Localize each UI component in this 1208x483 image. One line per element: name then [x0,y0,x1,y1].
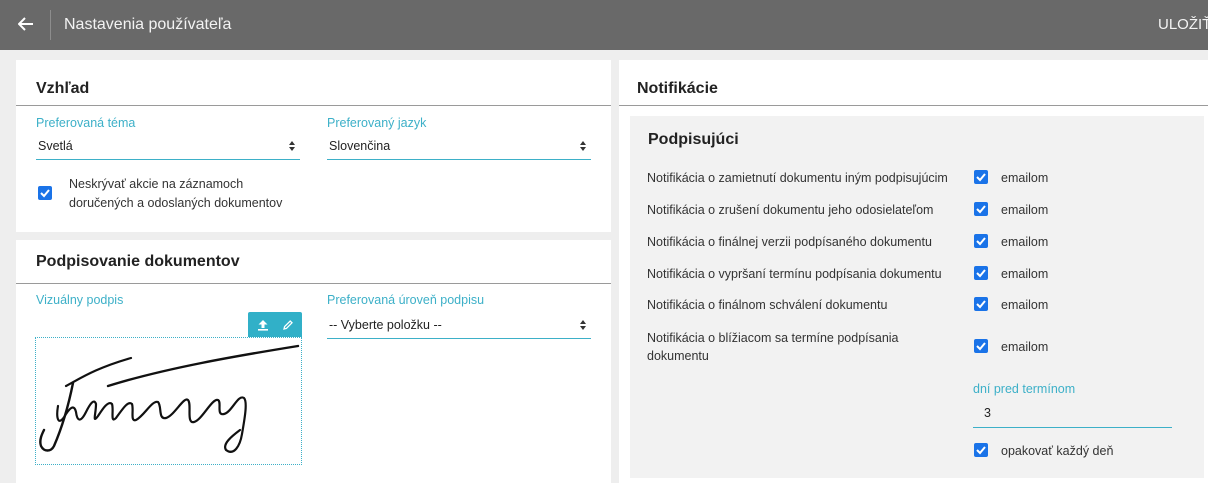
notif-label-rejected: Notifikácia o zamietnutí dokumentu iným … [647,171,948,185]
notif-label-cancelled: Notifikácia o zrušení dokumentu jeho odo… [647,203,934,217]
sort-arrows-icon [289,141,295,151]
header-divider [50,10,51,40]
notif-deadline-email-checkbox[interactable] [974,339,988,353]
checkmark-icon [976,269,986,278]
notifications-divider [619,105,1208,106]
signing-divider [16,283,611,284]
edit-signature-button[interactable] [276,312,300,337]
notif-expired-channel: emailom [1001,267,1049,281]
notif-rejected-email-checkbox[interactable] [974,170,988,184]
page-title: Nastavenia používateľa [64,16,232,33]
notif-rejected-channel: emailom [1001,171,1049,185]
theme-value: Svetlá [38,139,73,153]
notif-expired-email-checkbox[interactable] [974,266,988,280]
checkmark-icon [976,173,986,182]
signature-level-select[interactable]: -- Vyberte položku -- [327,311,591,339]
notif-label-deadline-line1: Notifikácia o blížiacom sa termíne podpí… [647,331,899,345]
signature-level-label: Preferovaná úroveň podpisu [327,293,485,307]
repeat-daily-label: opakovať každý deň [1001,444,1114,458]
notif-cancelled-email-checkbox[interactable] [974,202,988,216]
days-before-value: 3 [984,406,991,420]
checkmark-icon [976,300,986,309]
signing-title: Podpisovanie dokumentov [36,253,240,270]
checkmark-icon [976,205,986,214]
checkmark-icon [976,446,986,455]
notif-final-version-channel: emailom [1001,235,1049,249]
signature-toolbar [248,312,302,337]
repeat-daily-checkbox[interactable] [974,443,988,457]
notif-approved-email-checkbox[interactable] [974,297,988,311]
notif-final-version-email-checkbox[interactable] [974,234,988,248]
signature-image [39,344,300,453]
language-select[interactable]: Slovenčina [327,132,591,160]
days-before-label: dní pred termínom [973,382,1076,396]
notif-approved-channel: emailom [1001,298,1049,312]
show-actions-checkbox[interactable] [38,186,52,200]
appearance-title: Vzhľad [36,80,90,97]
appearance-divider [16,105,611,106]
pencil-icon [283,319,293,330]
theme-select[interactable]: Svetlá [36,132,300,160]
checkmark-icon [40,189,50,198]
visual-signature-label: Vizuálny podpis [36,293,124,307]
show-actions-label-line2: doručených a odoslaných dokumentov [69,196,283,210]
upload-signature-button[interactable] [251,312,275,337]
signature-canvas[interactable] [35,337,302,465]
sort-arrows-icon [580,141,586,151]
checkmark-icon [976,342,986,351]
signers-title: Podpisujúci [648,131,739,148]
language-value: Slovenčina [329,139,391,153]
notif-label-expired: Notifikácia o vypršaní termínu podpísani… [647,267,942,281]
sort-arrows-icon [580,320,586,330]
arrow-left-icon [18,17,33,31]
checkmark-icon [976,237,986,246]
language-label: Preferovaný jazyk [327,116,427,130]
days-before-input[interactable]: 3 [973,400,1172,428]
notif-label-approved: Notifikácia o finálnom schválení dokumen… [647,298,888,312]
signature-level-value: -- Vyberte položku -- [329,318,442,332]
app-header: Nastavenia používateľa ULOŽIŤ [0,0,1208,50]
notif-label-deadline-line2: dokumentu [647,349,709,363]
notif-cancelled-channel: emailom [1001,203,1049,217]
notifications-title: Notifikácie [637,80,718,97]
show-actions-label-line1: Neskrývať akcie na záznamoch [69,177,244,191]
notif-label-final-version: Notifikácia o finálnej verzii podpísanéh… [647,235,932,249]
upload-icon [258,319,268,331]
back-button[interactable] [14,11,38,37]
save-button[interactable]: ULOŽIŤ [1158,0,1208,50]
theme-label: Preferovaná téma [36,116,136,130]
notif-deadline-channel: emailom [1001,340,1049,354]
